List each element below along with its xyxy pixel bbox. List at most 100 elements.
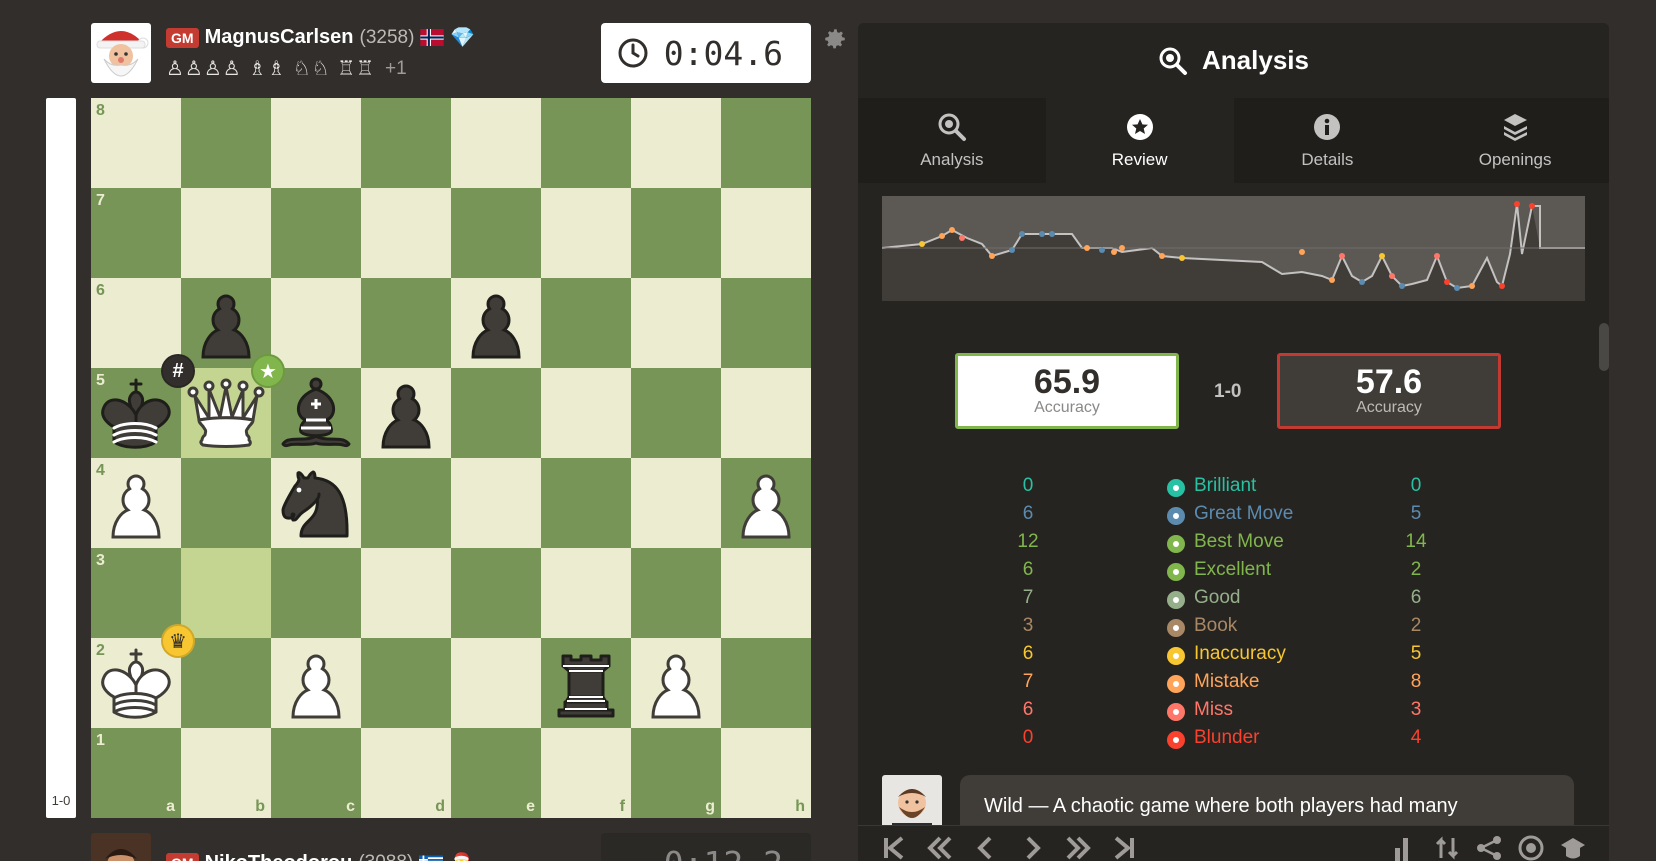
black-pawn[interactable] <box>181 278 271 368</box>
square-c3[interactable] <box>271 548 361 638</box>
black-pawn[interactable] <box>451 278 541 368</box>
classification-row[interactable]: 7 Good 6 <box>858 587 1609 615</box>
square-b7[interactable] <box>181 188 271 278</box>
white-pawn[interactable] <box>721 458 811 548</box>
square-h5[interactable] <box>721 368 811 458</box>
square-h2[interactable] <box>721 638 811 728</box>
square-e6[interactable] <box>451 278 541 368</box>
classification-row[interactable]: 6 Inaccuracy 5 <box>858 643 1609 671</box>
square-f7[interactable] <box>541 188 631 278</box>
square-a1[interactable]: 1a <box>91 728 181 818</box>
square-g8[interactable] <box>631 98 721 188</box>
square-d7[interactable] <box>361 188 451 278</box>
stats-icon[interactable] <box>1391 834 1419 861</box>
square-c4[interactable] <box>271 458 361 548</box>
square-h8[interactable] <box>721 98 811 188</box>
square-e2[interactable] <box>451 638 541 728</box>
square-h4[interactable] <box>721 458 811 548</box>
square-h3[interactable] <box>721 548 811 638</box>
square-c6[interactable] <box>271 278 361 368</box>
square-c5[interactable] <box>271 368 361 458</box>
square-e5[interactable] <box>451 368 541 458</box>
square-d3[interactable] <box>361 548 451 638</box>
square-f2[interactable] <box>541 638 631 728</box>
square-f4[interactable] <box>541 458 631 548</box>
square-h7[interactable] <box>721 188 811 278</box>
player-name[interactable]: MagnusCarlsen <box>205 26 354 49</box>
square-b6[interactable] <box>181 278 271 368</box>
square-a8[interactable]: 8 <box>91 98 181 188</box>
square-e4[interactable] <box>451 458 541 548</box>
classification-row[interactable]: 7 Mistake 8 <box>858 671 1609 699</box>
player-name[interactable]: NikoTheodorou <box>205 852 353 861</box>
classification-row[interactable]: 6 Miss 3 <box>858 699 1609 727</box>
square-d6[interactable] <box>361 278 451 368</box>
square-f8[interactable] <box>541 98 631 188</box>
black-rook[interactable] <box>541 638 631 728</box>
square-h6[interactable] <box>721 278 811 368</box>
white-pawn[interactable] <box>271 638 361 728</box>
square-g6[interactable] <box>631 278 721 368</box>
square-c1[interactable]: c <box>271 728 361 818</box>
square-g4[interactable] <box>631 458 721 548</box>
square-g3[interactable] <box>631 548 721 638</box>
panel-scrollbar[interactable] <box>1599 323 1609 371</box>
square-c8[interactable] <box>271 98 361 188</box>
square-c2[interactable] <box>271 638 361 728</box>
classification-row[interactable]: 6 Excellent 2 <box>858 559 1609 587</box>
classification-row[interactable]: 0 Blunder 4 <box>858 727 1609 755</box>
player-avatar[interactable] <box>91 833 151 861</box>
tab-analysis[interactable]: Analysis <box>858 98 1046 183</box>
learn-cap-icon[interactable] <box>1559 834 1587 861</box>
square-b1[interactable]: b <box>181 728 271 818</box>
last-move-icon[interactable] <box>1110 834 1138 861</box>
black-knight[interactable] <box>271 458 361 548</box>
tab-openings[interactable]: Openings <box>1421 98 1609 183</box>
flip-board-icon[interactable] <box>1433 834 1461 861</box>
square-e8[interactable] <box>451 98 541 188</box>
black-pawn[interactable] <box>361 368 451 458</box>
black-bishop[interactable] <box>271 368 361 458</box>
tab-review[interactable]: Review <box>1045 98 1234 183</box>
first-move-icon[interactable] <box>880 834 908 861</box>
target-icon[interactable] <box>1517 834 1545 861</box>
square-a6[interactable]: 6 <box>91 278 181 368</box>
square-g2[interactable] <box>631 638 721 728</box>
square-e1[interactable]: e <box>451 728 541 818</box>
settings-gear-icon[interactable] <box>822 26 848 52</box>
square-h1[interactable]: h <box>721 728 811 818</box>
square-a4[interactable]: 4 <box>91 458 181 548</box>
square-f3[interactable] <box>541 548 631 638</box>
square-d2[interactable] <box>361 638 451 728</box>
square-g7[interactable] <box>631 188 721 278</box>
fast-forward-icon[interactable] <box>1064 834 1092 861</box>
square-b8[interactable] <box>181 98 271 188</box>
square-d1[interactable]: d <box>361 728 451 818</box>
square-f1[interactable]: f <box>541 728 631 818</box>
classification-row[interactable]: 0 Brilliant 0 <box>858 475 1609 503</box>
classification-row[interactable]: 12 Best Move 14 <box>858 531 1609 559</box>
tab-details[interactable]: Details <box>1234 98 1422 183</box>
square-f6[interactable] <box>541 278 631 368</box>
white-pawn[interactable] <box>631 638 721 728</box>
square-e7[interactable] <box>451 188 541 278</box>
white-pawn[interactable] <box>91 458 181 548</box>
square-g5[interactable] <box>631 368 721 458</box>
square-f5[interactable] <box>541 368 631 458</box>
classification-row[interactable]: 6 Great Move 5 <box>858 503 1609 531</box>
santa-avatar[interactable] <box>91 23 151 83</box>
share-icon[interactable] <box>1475 834 1503 861</box>
square-b3[interactable] <box>181 548 271 638</box>
square-b4[interactable] <box>181 458 271 548</box>
chess-board[interactable]: 8 7 6 5 4 3 2 1 a b c d e f g h # ★ ♛ <box>91 98 811 818</box>
square-d4[interactable] <box>361 458 451 548</box>
previous-move-icon[interactable] <box>972 834 1000 861</box>
classification-row[interactable]: 3 Book 2 <box>858 615 1609 643</box>
square-d8[interactable] <box>361 98 451 188</box>
square-d5[interactable] <box>361 368 451 458</box>
square-a3[interactable]: 3 <box>91 548 181 638</box>
evaluation-graph[interactable] <box>882 196 1585 301</box>
square-g1[interactable]: g <box>631 728 721 818</box>
square-e3[interactable] <box>451 548 541 638</box>
square-c7[interactable] <box>271 188 361 278</box>
